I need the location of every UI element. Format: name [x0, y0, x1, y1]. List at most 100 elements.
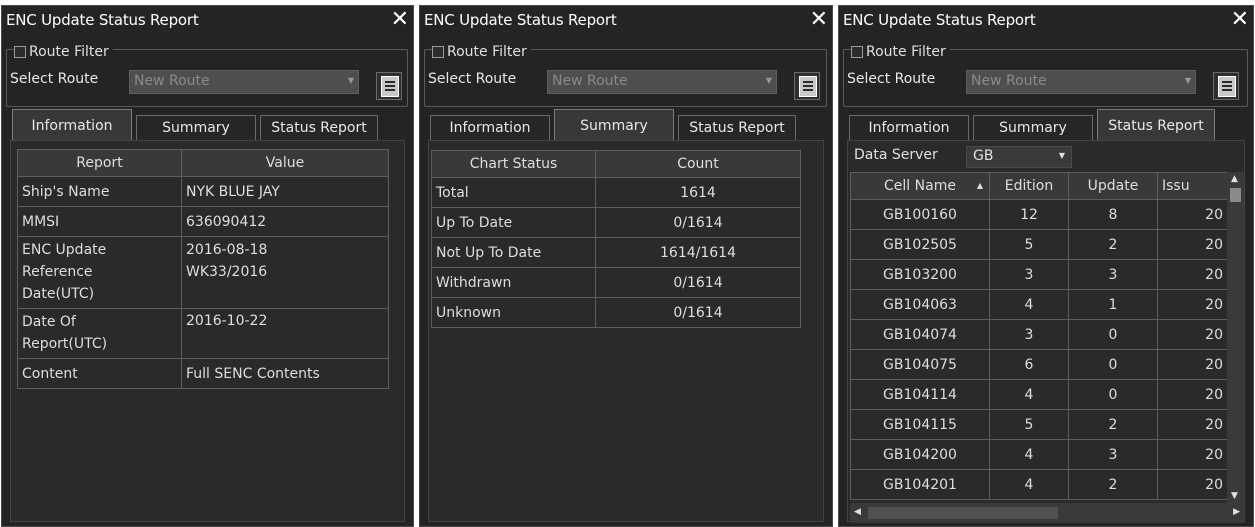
- route-select-value: New Route: [134, 73, 210, 89]
- vertical-scrollbar[interactable]: ▲ ▼: [1227, 172, 1244, 503]
- route-filter-toggle[interactable]: Route Filter: [851, 44, 950, 60]
- select-route-label: Select Route: [428, 71, 517, 87]
- edition-cell: 4: [989, 379, 1069, 410]
- scroll-thumb[interactable]: [868, 507, 1058, 519]
- route-select[interactable]: New Route ▼: [547, 70, 777, 94]
- header-value[interactable]: Value: [181, 149, 389, 177]
- update-cell: 2: [1068, 469, 1158, 500]
- route-list-button[interactable]: [1213, 72, 1239, 100]
- route-filter-toggle[interactable]: Route Filter: [14, 44, 113, 60]
- table-row[interactable]: GB104074 3 0 20: [850, 319, 1228, 350]
- report-cell: ENC Update Reference Date(UTC): [17, 236, 182, 309]
- title-bar[interactable]: ENC Update Status Report ✕: [420, 6, 832, 36]
- table-row[interactable]: Unknown 0/1614: [431, 297, 801, 328]
- table-row[interactable]: GB102505 5 2 20: [850, 229, 1228, 260]
- tab-information[interactable]: Information: [12, 109, 132, 142]
- header-count[interactable]: Count: [595, 150, 801, 178]
- count-cell: 0/1614: [595, 297, 801, 328]
- table-row[interactable]: GB104200 4 3 20: [850, 439, 1228, 470]
- table-row[interactable]: Content Full SENC Contents: [17, 358, 389, 389]
- summary-table: Chart Status Count Total 1614 Up To Date…: [431, 150, 801, 328]
- chevron-down-icon: ▼: [765, 76, 772, 85]
- table-row[interactable]: Date Of Report(UTC) 2016-10-22: [17, 308, 389, 359]
- header-issue[interactable]: Issu: [1157, 172, 1228, 200]
- header-edition[interactable]: Edition: [989, 172, 1069, 200]
- table-row[interactable]: GB104115 5 2 20: [850, 409, 1228, 440]
- data-server-select[interactable]: GB ▼: [966, 146, 1072, 168]
- scroll-right-icon[interactable]: ▶: [1233, 507, 1240, 517]
- route-filter-checkbox[interactable]: [432, 46, 444, 58]
- route-select-value: New Route: [971, 73, 1047, 89]
- scroll-down-icon[interactable]: ▼: [1231, 491, 1238, 501]
- table-row[interactable]: Ship's Name NYK BLUE JAY: [17, 176, 389, 207]
- enc-report-window-summary: ENC Update Status Report ✕ Route Filter …: [419, 5, 833, 527]
- tab-status-report[interactable]: Status Report: [678, 115, 796, 141]
- table-row[interactable]: GB100160 12 8 20: [850, 199, 1228, 230]
- enc-report-window-status: ENC Update Status Report ✕ Route Filter …: [838, 5, 1254, 527]
- chevron-down-icon: ▼: [1058, 151, 1065, 160]
- table-row[interactable]: Total 1614: [431, 177, 801, 208]
- scroll-up-icon[interactable]: ▲: [1231, 174, 1238, 184]
- status-cell: Total: [431, 177, 596, 208]
- edition-cell: 12: [989, 199, 1069, 230]
- scroll-thumb[interactable]: [1230, 188, 1241, 202]
- route-filter-checkbox[interactable]: [851, 46, 863, 58]
- close-icon[interactable]: ✕: [1231, 7, 1249, 32]
- table-header-row: Report Value: [17, 149, 389, 177]
- table-row[interactable]: GB104063 4 1 20: [850, 289, 1228, 320]
- edition-cell: 3: [989, 319, 1069, 350]
- header-update[interactable]: Update: [1068, 172, 1158, 200]
- edition-cell: 5: [989, 229, 1069, 260]
- table-row[interactable]: Not Up To Date 1614/1614: [431, 237, 801, 268]
- title-bar[interactable]: ENC Update Status Report ✕: [839, 6, 1253, 36]
- tab-status-report[interactable]: Status Report: [1097, 109, 1215, 142]
- status-cell: Withdrawn: [431, 267, 596, 298]
- issue-cell: 20: [1157, 349, 1228, 380]
- close-icon[interactable]: ✕: [391, 7, 409, 32]
- tab-information[interactable]: Information: [430, 115, 550, 141]
- table-row[interactable]: GB104201 4 2 20: [850, 469, 1228, 500]
- edition-cell: 5: [989, 409, 1069, 440]
- update-cell: 0: [1068, 319, 1158, 350]
- edition-cell: 4: [989, 439, 1069, 470]
- table-row[interactable]: ENC Update Reference Date(UTC) 2016-08-1…: [17, 236, 389, 309]
- route-filter-label: Route Filter: [447, 44, 527, 60]
- route-select[interactable]: New Route ▼: [966, 70, 1196, 94]
- route-select[interactable]: New Route ▼: [129, 70, 359, 94]
- data-server-label: Data Server: [854, 147, 938, 163]
- route-list-button[interactable]: [376, 72, 402, 100]
- issue-cell: 20: [1157, 379, 1228, 410]
- route-filter-checkbox[interactable]: [14, 46, 26, 58]
- tab-information[interactable]: Information: [849, 115, 969, 141]
- value-cell: 2016-10-22: [181, 308, 389, 359]
- scroll-left-icon[interactable]: ◀: [854, 507, 861, 517]
- table-row[interactable]: GB104075 6 0 20: [850, 349, 1228, 380]
- update-cell: 1: [1068, 289, 1158, 320]
- report-cell: Date Of Report(UTC): [17, 308, 182, 359]
- tab-summary[interactable]: Summary: [973, 115, 1093, 141]
- table-row[interactable]: MMSI 636090412: [17, 206, 389, 237]
- table-row[interactable]: Up To Date 0/1614: [431, 207, 801, 238]
- tab-summary[interactable]: Summary: [136, 115, 256, 141]
- header-chart-status[interactable]: Chart Status: [431, 150, 596, 178]
- cell-name: GB104074: [850, 319, 990, 350]
- update-cell: 8: [1068, 199, 1158, 230]
- table-row[interactable]: GB104114 4 0 20: [850, 379, 1228, 410]
- information-table: Report Value Ship's Name NYK BLUE JAY MM…: [17, 149, 389, 389]
- route-list-button[interactable]: [794, 72, 820, 100]
- issue-cell: 20: [1157, 259, 1228, 290]
- value-cell: 636090412: [181, 206, 389, 237]
- title-bar[interactable]: ENC Update Status Report ✕: [2, 6, 413, 36]
- horizontal-scrollbar[interactable]: ◀ ▶: [850, 503, 1244, 523]
- report-cell: MMSI: [17, 206, 182, 237]
- tab-summary[interactable]: Summary: [554, 109, 674, 142]
- table-row[interactable]: GB103200 3 3 20: [850, 259, 1228, 290]
- close-icon[interactable]: ✕: [810, 7, 828, 32]
- header-cell-name[interactable]: Cell Name ▲: [850, 172, 990, 200]
- route-filter-toggle[interactable]: Route Filter: [432, 44, 531, 60]
- tab-status-report[interactable]: Status Report: [260, 115, 378, 141]
- document-list-icon: [799, 76, 817, 97]
- header-report[interactable]: Report: [17, 149, 182, 177]
- information-content: Report Value Ship's Name NYK BLUE JAY MM…: [10, 140, 405, 522]
- table-row[interactable]: Withdrawn 0/1614: [431, 267, 801, 298]
